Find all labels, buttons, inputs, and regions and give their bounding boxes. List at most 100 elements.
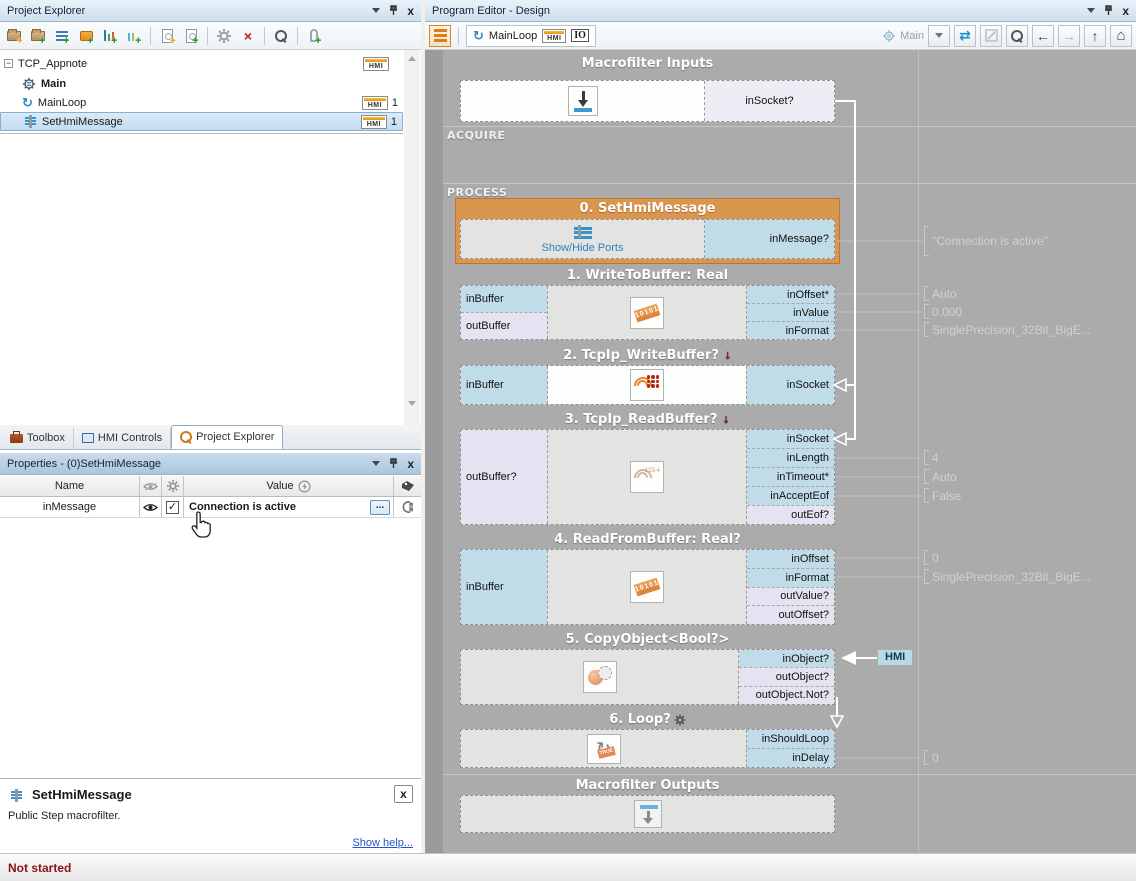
port-outobject-not[interactable]: outObject.Not? — [739, 686, 834, 704]
port-outeof[interactable]: outEof? — [747, 505, 834, 524]
tab-project-explorer[interactable]: Project Explorer — [171, 425, 283, 449]
filter-block-readfrombuffer[interactable]: inBuffer 10101 inOffset inFormat outValu… — [460, 549, 835, 625]
delete-icon[interactable]: × — [238, 26, 258, 46]
tree-row-project[interactable]: − TCP_Appnote HMI — [0, 54, 403, 73]
port-inoffset[interactable]: inOffset — [747, 550, 834, 568]
port-inbuffer[interactable]: inBuffer — [461, 550, 547, 624]
filter-block-loop[interactable]: ↻ TRUE inShouldLoop inDelay — [460, 729, 835, 768]
filter-block-copyobject[interactable]: inObject? outObject? outObject.Not? — [460, 649, 835, 705]
visibility-column-icon[interactable] — [140, 476, 162, 496]
close-icon[interactable]: x — [407, 5, 414, 17]
pin-icon[interactable] — [389, 458, 398, 469]
port-inmessage[interactable]: inMessage? — [705, 220, 834, 258]
home-button[interactable]: ⌂ — [1110, 25, 1132, 47]
tcpip-readbuffer-body[interactable]: 123-4 — [548, 430, 746, 524]
collapse-icon[interactable]: − — [4, 59, 13, 68]
port-insocket-input[interactable]: inSocket? — [705, 81, 834, 121]
add-program-icon[interactable]: + — [181, 26, 201, 46]
macrofilter-inputs-block[interactable]: inSocket? — [460, 80, 835, 122]
hmi-view-button[interactable]: HMI — [542, 29, 566, 43]
new-task-macrofilter-icon[interactable]: ✦ — [4, 26, 24, 46]
show-hide-ports-link[interactable]: Show/Hide Ports — [542, 242, 624, 254]
expand-arrow-icon[interactable]: ↓ — [723, 351, 731, 362]
port-informat[interactable]: inFormat — [747, 568, 834, 587]
port-invalue[interactable]: inValue — [747, 303, 834, 321]
port-inlength[interactable]: inLength — [747, 448, 834, 467]
show-help-link[interactable]: Show help... — [352, 837, 413, 849]
panel-menu-chevron-icon[interactable] — [372, 461, 380, 466]
find-icon[interactable] — [271, 26, 291, 46]
close-icon[interactable]: x — [1122, 5, 1129, 17]
tree-row-main[interactable]: Main — [0, 74, 403, 93]
port-intimeout[interactable]: inTimeout* — [747, 467, 834, 486]
port-informat[interactable]: inFormat — [747, 321, 834, 339]
port-inshouldloop[interactable]: inShouldLoop — [747, 730, 834, 748]
port-inobject[interactable]: inObject? — [739, 650, 834, 667]
switch-view-button[interactable]: ⇄ — [954, 25, 976, 47]
port-inoffset[interactable]: inOffset* — [747, 286, 834, 303]
breadcrumb-macrofilter[interactable]: MainLoop — [489, 30, 537, 42]
port-mode-icon[interactable] — [298, 480, 311, 493]
label-column-icon[interactable] — [394, 476, 421, 496]
sethmimessage-body[interactable]: Show/Hide Ports — [461, 220, 704, 258]
tcpip-writebuffer-body[interactable] — [548, 366, 746, 404]
expand-arrow-icon[interactable]: ↓ — [722, 415, 730, 426]
add-worker-task-icon[interactable]: + — [100, 26, 120, 46]
settings-column-icon[interactable] — [162, 476, 184, 496]
filter-block-writetobuffer[interactable]: inBuffer outBuffer 10101 inOffset* inVal… — [460, 285, 835, 340]
enabled-checkbox[interactable]: ✓ — [162, 497, 184, 517]
settings-gear-icon[interactable] — [214, 26, 234, 46]
port-inaccepteof[interactable]: inAcceptEof — [747, 486, 834, 505]
edit-value-button[interactable]: ... — [370, 500, 390, 515]
tab-hmi-controls[interactable]: HMI Controls — [74, 428, 171, 449]
program-menu-icon[interactable] — [429, 25, 451, 47]
readfrombuffer-body[interactable]: 10101 — [548, 550, 746, 624]
port-outobject[interactable]: outObject? — [739, 667, 834, 685]
visible-eye-icon[interactable] — [140, 497, 162, 517]
outputs-body[interactable] — [461, 796, 834, 832]
writetobuffer-body[interactable]: 10101 — [548, 286, 746, 339]
add-variant-macrofilter-icon[interactable]: + — [76, 26, 96, 46]
close-description-button[interactable]: x — [394, 785, 413, 803]
port-outbuffer[interactable]: outBuffer — [461, 312, 547, 339]
close-icon[interactable]: x — [407, 458, 414, 470]
scroll-down-icon[interactable] — [404, 395, 420, 411]
port-outvalue[interactable]: outValue? — [747, 587, 834, 606]
loop-settings-gear-icon[interactable] — [674, 714, 686, 726]
pin-icon[interactable] — [1104, 5, 1113, 16]
hmi-source-label[interactable]: HMI — [878, 650, 912, 665]
program-canvas[interactable]: Macrofilter Inputs inSocket? ACQUIRE PRO… — [425, 50, 1136, 853]
tree-row-sethmimessage[interactable]: SetHmiMessage HMI 1 — [0, 112, 403, 131]
tab-toolbox[interactable]: Toolbox — [2, 428, 74, 449]
port-inbuffer[interactable]: inBuffer — [461, 286, 547, 312]
attach-icon[interactable]: + — [304, 26, 324, 46]
panel-menu-chevron-icon[interactable] — [1087, 8, 1095, 13]
navigate-back-button[interactable]: ← — [1032, 25, 1054, 47]
port-insocket[interactable]: inSocket — [747, 430, 834, 448]
pin-icon[interactable] — [389, 5, 398, 16]
port-insocket[interactable]: inSocket — [747, 366, 834, 404]
program-dropdown-button[interactable] — [928, 25, 950, 47]
program-selector[interactable]: Main — [882, 29, 924, 43]
port-indelay[interactable]: inDelay — [747, 748, 834, 767]
add-module-icon[interactable]: + — [124, 26, 144, 46]
navigate-up-button[interactable]: ↑ — [1084, 25, 1106, 47]
copyobject-body[interactable] — [461, 650, 738, 704]
filter-block-tcpip-readbuffer[interactable]: outBuffer? 123-4 inSocket inLength inTim… — [460, 429, 835, 525]
edit-button-disabled[interactable] — [980, 25, 1002, 47]
macrofilter-outputs-block[interactable] — [460, 795, 835, 833]
tree-scrollbar[interactable] — [404, 50, 420, 425]
io-view-button[interactable]: IO — [571, 29, 589, 42]
add-step-macrofilter-icon[interactable]: + — [52, 26, 72, 46]
add-macrofilter-icon[interactable]: + — [28, 26, 48, 46]
new-program-icon[interactable]: ✦ — [157, 26, 177, 46]
port-outoffset[interactable]: outOffset? — [747, 605, 834, 624]
navigate-forward-button[interactable]: → — [1058, 25, 1080, 47]
find-in-program-button[interactable] — [1006, 25, 1028, 47]
port-outbuffer[interactable]: outBuffer? — [461, 430, 547, 524]
port-inbuffer[interactable]: inBuffer — [461, 366, 547, 404]
connect-port-button[interactable] — [394, 497, 421, 517]
inputs-body[interactable] — [461, 81, 704, 121]
loop-body[interactable]: ↻ TRUE — [461, 730, 746, 767]
filter-block-tcpip-writebuffer[interactable]: inBuffer inSocket — [460, 365, 835, 405]
